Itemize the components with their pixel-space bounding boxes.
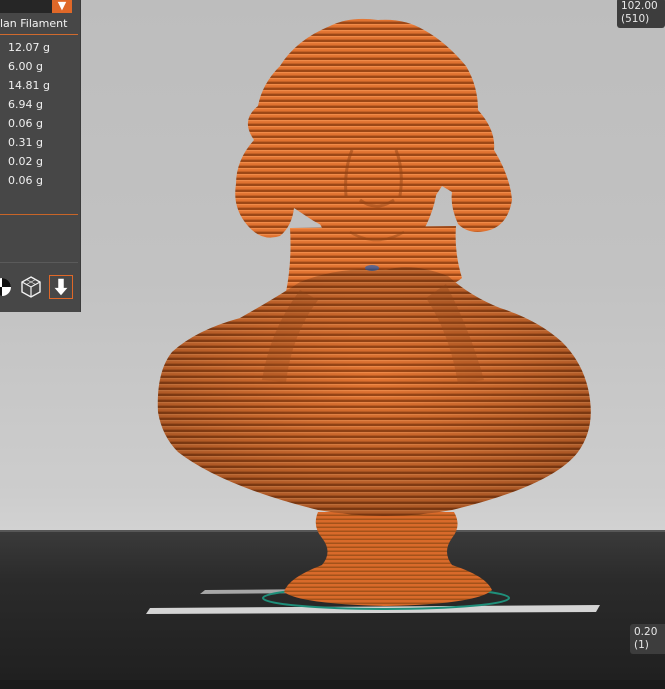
- panel-heading: lan Filament: [0, 17, 78, 35]
- material-dropdown[interactable]: ▼: [0, 0, 72, 13]
- list-item: 0.06 g: [8, 174, 43, 187]
- material-weight-list: 12.07 g 6.00 g 14.81 g 6.94 g 0.06 g 0.3…: [8, 41, 50, 193]
- bottom-layer-number: (1): [634, 639, 649, 651]
- color-wheel-icon[interactable]: [0, 275, 14, 299]
- list-item: 6.94 g: [8, 98, 43, 111]
- list-item: 14.81 g: [8, 79, 50, 92]
- list-item: 6.00 g: [8, 60, 43, 73]
- 3d-viewport[interactable]: [0, 0, 665, 689]
- bust-model: [157, 18, 591, 606]
- list-item: 0.02 g: [8, 155, 43, 168]
- export-arrow-icon[interactable]: [49, 275, 73, 299]
- panel-divider: [0, 214, 78, 215]
- list-item: 0.31 g: [8, 136, 43, 149]
- layer-slider-bottom-value[interactable]: 0.20 (1): [630, 624, 665, 654]
- sliced-model-preview[interactable]: [0, 0, 665, 689]
- layer-slider-top-value[interactable]: 102.00 (510): [617, 0, 665, 28]
- chevron-down-icon[interactable]: ▼: [52, 0, 72, 13]
- panel-divider: [0, 262, 78, 263]
- top-layer-height: 102.00: [621, 0, 658, 12]
- list-item: 12.07 g: [8, 41, 50, 54]
- material-usage-panel: ▼ lan Filament 12.07 g 6.00 g 14.81 g 6.…: [0, 0, 81, 312]
- wireframe-cube-icon[interactable]: [19, 275, 43, 299]
- list-item: 0.06 g: [8, 117, 43, 130]
- top-layer-number: (510): [621, 13, 650, 25]
- bottom-layer-height: 0.20: [634, 626, 658, 638]
